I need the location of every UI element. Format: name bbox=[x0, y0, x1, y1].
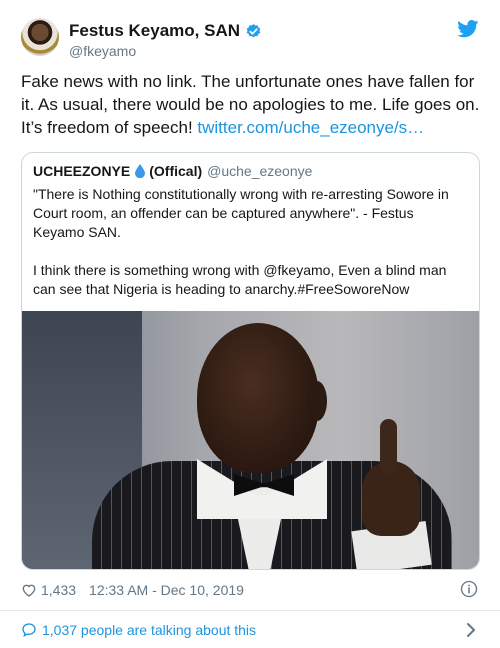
heart-icon[interactable] bbox=[21, 582, 37, 598]
quoted-paragraph-2: I think there is something wrong with @f… bbox=[33, 262, 447, 297]
photo-raised-finger bbox=[380, 419, 397, 474]
tweet-timestamp[interactable]: 12:33 AM - Dec 10, 2019 bbox=[89, 582, 244, 598]
author-name[interactable]: Festus Keyamo, SAN bbox=[69, 21, 240, 41]
conversation-link[interactable]: 1,037 people are talking about this bbox=[21, 620, 256, 640]
verified-badge-icon bbox=[246, 23, 261, 37]
quoted-tweet-header: UCHEEZONYE (Offical) @uche_ezeonye bbox=[33, 163, 312, 179]
quoted-tweet-photo[interactable] bbox=[22, 311, 479, 569]
author-avatar[interactable] bbox=[21, 18, 59, 56]
quoted-author-name: UCHEEZONYE bbox=[33, 163, 131, 179]
quoted-tweet[interactable]: UCHEEZONYE (Offical) @uche_ezeonye "Ther… bbox=[21, 152, 480, 570]
quoted-paragraph-1: "There is Nothing constitutionally wrong… bbox=[33, 186, 449, 240]
photo-head bbox=[197, 323, 319, 473]
quoted-author-handle: @uche_ezeonye bbox=[207, 163, 313, 179]
twitter-bird-icon[interactable] bbox=[457, 20, 479, 38]
tweet-meta: 1,433 12:33 AM - Dec 10, 2019 bbox=[21, 580, 244, 600]
tweet-link[interactable]: twitter.com/uche_ezeonye/s… bbox=[197, 118, 424, 137]
chevron-right-icon[interactable] bbox=[466, 622, 476, 638]
quoted-tweet-text: "There is Nothing constitutionally wrong… bbox=[33, 185, 468, 299]
water-drop-icon bbox=[135, 164, 146, 178]
quoted-author-suffix: (Offical) bbox=[149, 163, 203, 179]
info-icon[interactable] bbox=[460, 580, 478, 598]
tweet-text: Fake news with no link. The unfortunate … bbox=[21, 70, 483, 139]
speech-bubble-icon bbox=[22, 623, 36, 637]
footer-divider bbox=[0, 610, 500, 611]
photo-ear bbox=[307, 381, 327, 421]
embedded-tweet: Festus Keyamo, SAN @fkeyamo Fake news wi… bbox=[0, 0, 500, 648]
author-name-row[interactable]: Festus Keyamo, SAN bbox=[69, 21, 262, 41]
author-handle[interactable]: @fkeyamo bbox=[69, 43, 136, 59]
like-count[interactable]: 1,433 bbox=[41, 582, 76, 598]
conversation-count-text[interactable]: 1,037 people are talking about this bbox=[42, 622, 256, 638]
